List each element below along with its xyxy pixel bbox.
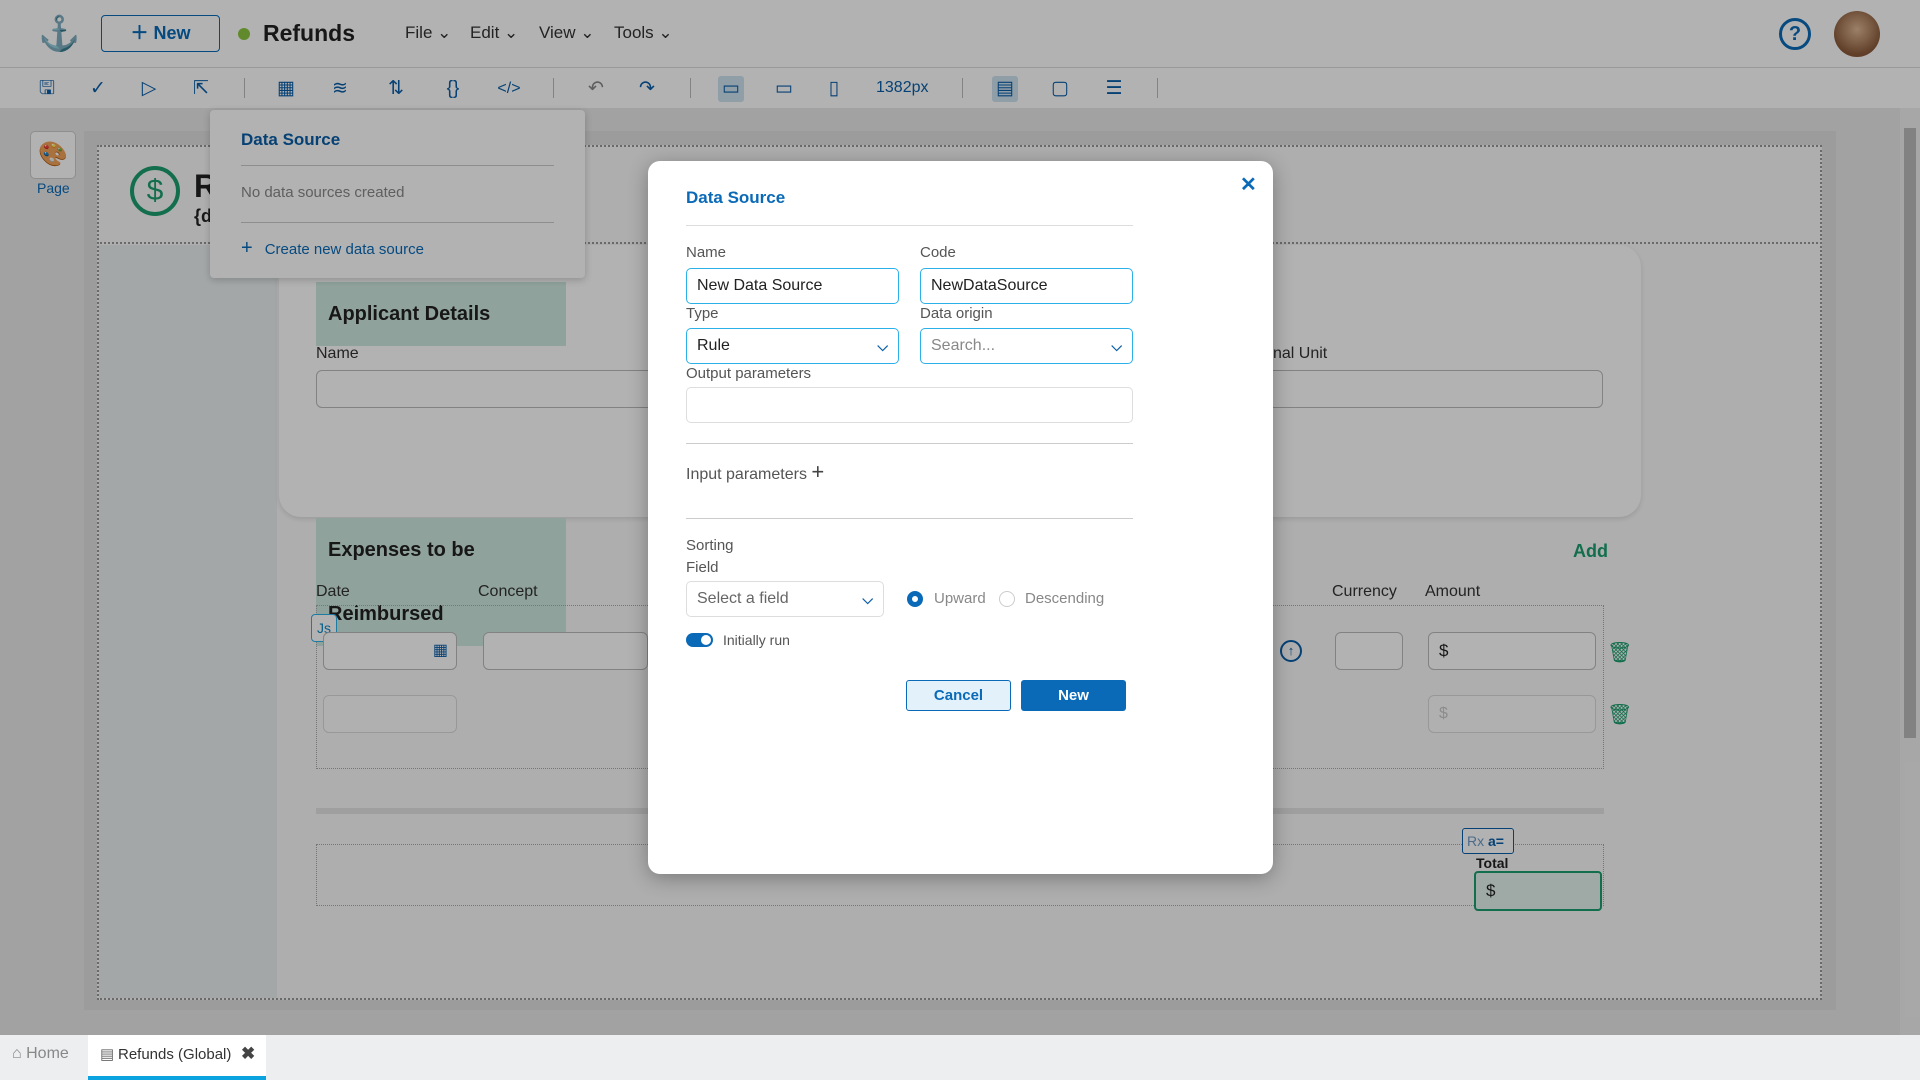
- output-parameters-input[interactable]: [686, 387, 1133, 423]
- data-origin-label: Data origin: [920, 305, 993, 322]
- output-parameters-label: Output parameters: [686, 365, 812, 382]
- descending-radio[interactable]: [999, 591, 1015, 607]
- cancel-button[interactable]: Cancel: [906, 680, 1011, 711]
- sort-field-select[interactable]: Select a field ⌵: [686, 581, 884, 617]
- tab-refunds[interactable]: ▤ Refunds (Global) ✖: [88, 1035, 266, 1080]
- input-parameters-label: Input parameters +: [686, 459, 825, 484]
- code-label: Code: [920, 244, 956, 261]
- sorting-label: Sorting: [686, 537, 734, 554]
- code-input[interactable]: NewDataSource: [920, 268, 1133, 304]
- chevron-down-icon: ⌵: [862, 591, 873, 607]
- type-select[interactable]: Rule ⌵: [686, 328, 899, 364]
- initially-run-label: Initially run: [723, 632, 790, 648]
- field-label: Field: [686, 559, 719, 576]
- tab-home[interactable]: ⌂ Home: [12, 1045, 69, 1063]
- tab-bar: ⌂ Home ▤ Refunds (Global) ✖: [0, 1035, 1920, 1080]
- upward-label: Upward: [934, 590, 986, 607]
- close-icon[interactable]: ✕: [1240, 172, 1257, 197]
- descending-label: Descending: [1025, 590, 1105, 607]
- chevron-down-icon: ⌵: [877, 338, 888, 354]
- upward-radio[interactable]: [907, 591, 923, 607]
- type-label: Type: [686, 305, 719, 322]
- close-tab-icon[interactable]: ✖: [241, 1044, 255, 1064]
- name-label: Name: [686, 244, 727, 261]
- modal-title: Data Source: [686, 188, 786, 207]
- home-icon: ⌂: [12, 1045, 22, 1062]
- new-data-source-button[interactable]: New: [1021, 680, 1126, 711]
- data-origin-select[interactable]: Search... ⌵: [920, 328, 1133, 364]
- name-input[interactable]: New Data Source: [686, 268, 899, 304]
- chevron-down-icon: ⌵: [1111, 338, 1122, 354]
- add-input-parameter-icon[interactable]: +: [811, 459, 824, 484]
- form-icon: ▤: [100, 1046, 115, 1063]
- data-source-modal: Data Source ✕ Name New Data Source Code …: [648, 161, 1273, 874]
- initially-run-toggle[interactable]: [686, 633, 713, 647]
